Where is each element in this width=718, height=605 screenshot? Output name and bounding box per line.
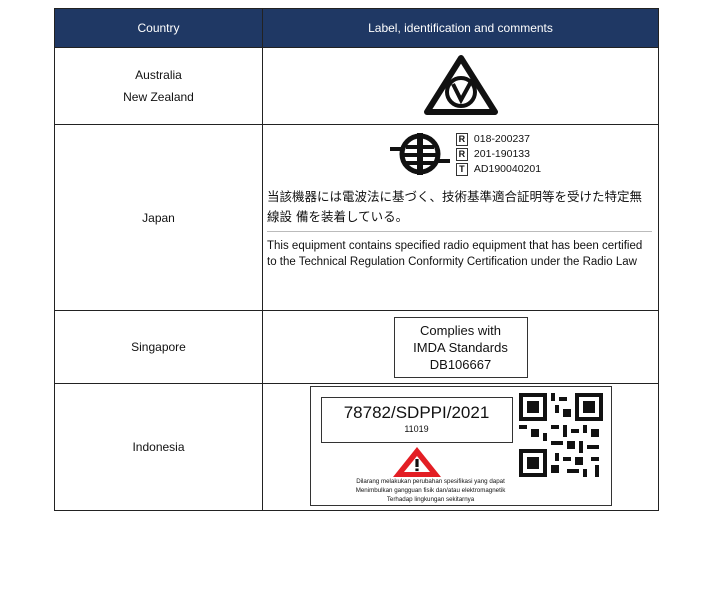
country-name: Australia: [135, 68, 182, 82]
warning-line: Menimbulkan gangguan fisik dan/atau elek…: [355, 487, 506, 494]
country-cell: Japan: [54, 124, 263, 311]
code-letter: R: [455, 147, 468, 161]
label-cell: R 018-200237 R 201-190133 T AD190040201 当該機…: [262, 124, 659, 311]
table-row-japan: Japan R 018-200237 R 201-190133 TAD19004…: [54, 124, 659, 311]
certification-table: Country Label, identification and commen…: [54, 8, 659, 511]
label-cell: Complies with IMDA Standards DB106667: [262, 310, 659, 384]
sdppi-cert-box: 78782/SDPPI/2021 11019: [320, 397, 513, 443]
country-cell: Singapore: [54, 310, 263, 384]
imda-label: Complies with IMDA Standards DB106667: [393, 316, 528, 378]
header-country: Country: [54, 8, 263, 48]
country-cell: Indonesia: [54, 383, 263, 511]
country-name: New Zealand: [123, 90, 194, 104]
warning-line: Terhadap lingkungan sekitarnya: [386, 496, 475, 503]
table-row-australia: Australia New Zealand: [54, 47, 659, 125]
rcm-icon: [423, 54, 498, 115]
giteki-codes: R 018-200237 R 201-190133 T AD190040201: [455, 132, 542, 177]
table-header-row: Country Label, identification and commen…: [54, 8, 659, 48]
imda-line: DB106667: [429, 356, 492, 372]
giteki-icon: [389, 133, 450, 175]
japanese-notice: 当該機器には電波法に基づく、技術基準適合証明等を受けた特定無線設 備を装着してい…: [267, 187, 652, 232]
label-cell: [262, 47, 659, 125]
giteki-mark: R 018-200237 R 201-190133 T AD190040201: [277, 131, 652, 177]
label-cell: 78782/SDPPI/2021 11019 Dilarang melakuka…: [262, 383, 659, 511]
warning-triangle-icon: [392, 447, 441, 477]
country-cell: Australia New Zealand: [54, 47, 263, 125]
sdppi-cert-number: 78782/SDPPI/2021: [343, 403, 490, 422]
code-letter: T: [455, 162, 468, 176]
warning-line: Dilarang melakukan perubahan spesifikasi…: [356, 478, 505, 485]
table-row-indonesia: Indonesia 78782/SDPPI/2021 11019 Dilaran…: [54, 383, 659, 511]
sdppi-warning-text: Dilarang melakukan perubahan spesifikasi…: [311, 477, 551, 504]
english-notice: This equipment contains specified radio …: [267, 240, 643, 268]
sdppi-label: 78782/SDPPI/2021 11019 Dilarang melakuka…: [309, 386, 612, 506]
table-row-singapore: Singapore Complies with IMDA Standards D…: [54, 310, 659, 384]
imda-line: Complies with: [420, 322, 501, 338]
code-value: AD190040201: [473, 163, 542, 175]
qr-code-icon: [518, 393, 603, 477]
imda-line: IMDA Standards: [413, 339, 508, 355]
header-label: Label, identification and comments: [262, 8, 659, 48]
code-value: 018-200237: [473, 133, 530, 145]
code-letter: R: [455, 132, 468, 146]
sdppi-sub-number: 11019: [404, 424, 429, 434]
code-value: 201-190133: [473, 148, 530, 160]
